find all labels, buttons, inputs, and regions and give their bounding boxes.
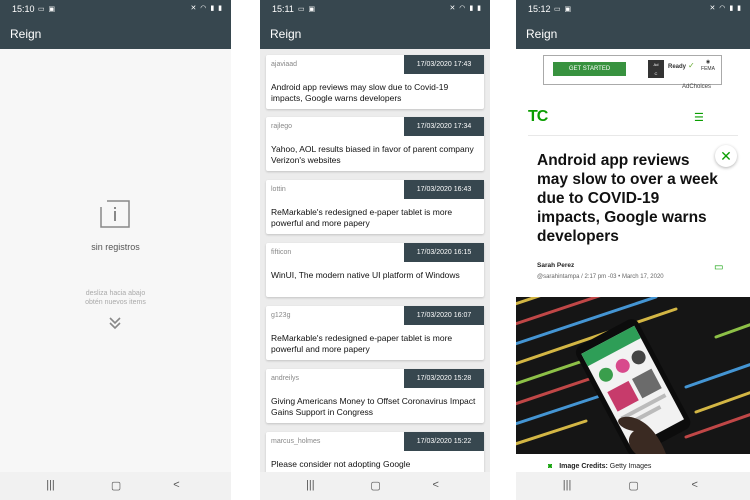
article-hero-image	[516, 297, 750, 454]
app-title: Reign	[10, 27, 42, 41]
app-title: Reign	[526, 27, 558, 41]
signal-icons: ✕ ◠ ▮ ▮	[449, 5, 482, 12]
back-icon[interactable]: <	[173, 479, 179, 491]
news-date: 17/03/2020 15:28	[404, 369, 484, 388]
ad-council-logo: Ad C	[648, 60, 664, 78]
app-bar: Reign	[0, 18, 231, 49]
status-time: 15:10	[12, 4, 35, 14]
image-credits-label: Image Credits:	[559, 463, 608, 470]
author-handle[interactable]: @sarahintampa	[537, 274, 579, 280]
recents-icon[interactable]: |||	[46, 479, 55, 491]
news-item[interactable]: rajlego 17/03/2020 17:34 Yahoo, AOL resu…	[266, 117, 484, 171]
news-date: 17/03/2020 16:43	[404, 180, 484, 199]
status-bar: 15:11 ▭ ▣ ✕ ◠ ▮ ▮	[260, 0, 490, 18]
hamburger-menu-icon[interactable]: ☰	[694, 111, 704, 124]
news-title: Giving Americans Money to Offset Coronav…	[271, 396, 476, 417]
news-author: marcus_holmes	[271, 438, 321, 445]
camera-icon: ◙	[548, 463, 553, 470]
news-title: Please consider not adopting Google	[271, 459, 411, 469]
ad-get-started-button[interactable]: GET STARTED	[553, 62, 626, 76]
news-title: Yahoo, AOL results biased in favor of pa…	[271, 144, 474, 165]
techcrunch-logo[interactable]: TC	[528, 108, 548, 126]
article-time: 2:17 pm -03	[584, 274, 617, 280]
ad-ready-logo: Ready	[668, 64, 687, 70]
adchoices-link[interactable]: AdChoices	[682, 84, 711, 90]
article-title: Android app reviews may slow to over a w…	[537, 152, 718, 245]
news-item[interactable]: lottin 17/03/2020 16:43 ReMarkable's red…	[266, 180, 484, 234]
news-date: 17/03/2020 16:07	[404, 306, 484, 325]
double-chevron-down-icon	[109, 317, 121, 330]
empty-hint-line: obtén nuevos items	[85, 299, 146, 306]
news-item[interactable]: g123g 17/03/2020 16:07 ReMarkable's rede…	[266, 306, 484, 360]
image-credits: ◙ Image Credits: Getty Images	[548, 463, 651, 470]
notification-icons: ▭ ▣	[298, 6, 317, 13]
news-author: rajlego	[271, 123, 293, 130]
close-icon[interactable]: ✕	[715, 145, 737, 167]
system-nav-bar: ||| ▢ <	[0, 472, 231, 500]
status-time: 15:11	[272, 4, 294, 14]
news-item[interactable]: andreilys 17/03/2020 15:28 Giving Americ…	[266, 369, 484, 423]
news-author: g123g	[271, 312, 291, 319]
back-icon[interactable]: <	[433, 479, 439, 491]
system-nav-bar: ||| ▢ <	[260, 472, 490, 500]
news-author: fifticon	[271, 249, 292, 256]
news-author: lottin	[271, 186, 286, 193]
signal-icons: ✕ ◠ ▮ ▮	[190, 5, 223, 12]
phone-news-list: 15:11 ▭ ▣ ✕ ◠ ▮ ▮ Reign ajaviaad 17/03/2…	[260, 0, 490, 500]
home-icon[interactable]: ▢	[628, 479, 638, 492]
notification-icons: ▭ ▣	[554, 6, 573, 13]
fema-text: FEMA	[701, 66, 715, 72]
signal-icons: ✕ ◠ ▮ ▮	[709, 5, 742, 12]
app-bar: Reign	[516, 18, 750, 49]
news-title: Android app reviews may slow due to Covi…	[271, 82, 449, 103]
news-author: ajaviaad	[271, 61, 298, 68]
back-icon[interactable]: <	[692, 479, 698, 491]
news-date: 17/03/2020 17:34	[404, 117, 484, 136]
app-bar: Reign	[260, 18, 490, 49]
article-date: March 17, 2020	[621, 274, 664, 280]
recents-icon[interactable]: |||	[563, 479, 572, 491]
article-author[interactable]: Sarah Perez	[537, 262, 574, 269]
article-meta: @sarahintampa / 2:17 pm -03 • March 17, …	[537, 274, 664, 280]
comment-icon[interactable]: ▭	[714, 262, 723, 273]
status-time: 15:12	[528, 4, 551, 14]
notification-icons: ▭ ▣	[38, 6, 57, 13]
fema-logo: ◉ FEMA	[701, 59, 715, 72]
phone-article-webview: 15:12 ▭ ▣ ✕ ◠ ▮ ▮ Reign GET STARTED Ad C …	[516, 0, 750, 500]
system-nav-bar: ||| ▢ <	[516, 472, 750, 500]
recents-icon[interactable]: |||	[306, 479, 315, 491]
checkmark-icon: ✓	[688, 61, 695, 70]
app-title: Reign	[270, 27, 302, 41]
news-title: ReMarkable's redesigned e-paper tablet i…	[271, 333, 453, 354]
ad-banner[interactable]: GET STARTED Ad C Ready ✓ ◉ FEMA	[543, 55, 722, 85]
image-credits-value[interactable]: Getty Images	[610, 463, 652, 470]
news-item[interactable]: ajaviaad 17/03/2020 17:43 Android app re…	[266, 55, 484, 109]
divider	[528, 135, 738, 136]
news-item[interactable]: fifticon 17/03/2020 16:15 WinUI, The mod…	[266, 243, 484, 297]
status-bar: 15:12 ▭ ▣ ✕ ◠ ▮ ▮	[516, 0, 750, 18]
info-box-icon	[100, 200, 130, 228]
news-date: 17/03/2020 17:43	[404, 55, 484, 74]
empty-title: sin registros	[91, 242, 140, 252]
news-author: andreilys	[271, 375, 300, 382]
news-title: WinUI, The modern native UI platform of …	[271, 270, 460, 280]
empty-hint: desliza hacia abajo obtén nuevos items	[0, 289, 231, 307]
phone-empty-state: 15:10 ▭ ▣ ✕ ◠ ▮ ▮ Reign sin registros de…	[0, 0, 231, 500]
news-title: ReMarkable's redesigned e-paper tablet i…	[271, 207, 453, 228]
news-date: 17/03/2020 16:15	[404, 243, 484, 262]
status-bar: 15:10 ▭ ▣ ✕ ◠ ▮ ▮	[0, 0, 231, 18]
home-icon[interactable]: ▢	[111, 479, 121, 492]
empty-hint-line: desliza hacia abajo	[85, 290, 146, 297]
home-icon[interactable]: ▢	[370, 479, 380, 492]
news-date: 17/03/2020 15:22	[404, 432, 484, 451]
